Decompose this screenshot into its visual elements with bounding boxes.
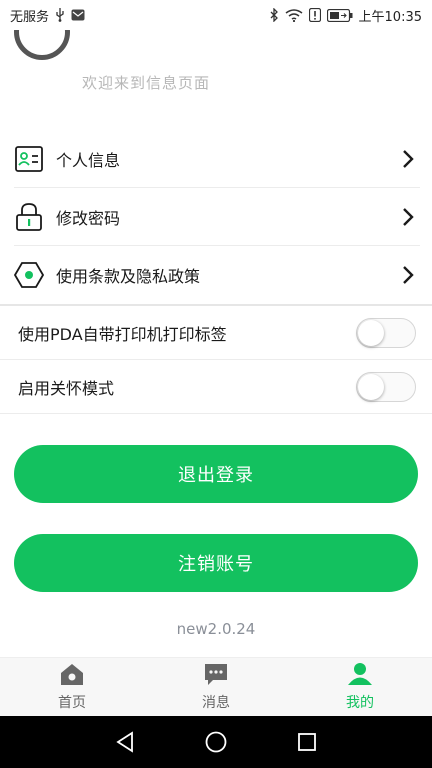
bottom-nav: 首页 消息 我的 [0,657,432,716]
usb-icon [55,8,65,22]
toggle-knob [358,320,384,346]
back-icon[interactable] [105,722,145,762]
avatar[interactable] [14,30,70,60]
lock-icon [14,202,44,232]
nav-label: 首页 [58,695,86,711]
chevron-right-icon [394,145,422,173]
id-card-icon [14,144,44,174]
chevron-right-icon [394,203,422,231]
status-bar: 无服务 上午10:35 [0,0,432,30]
bluetooth-icon [269,8,279,22]
wifi-icon [285,8,303,22]
menu-item-personal-info[interactable]: 个人信息 [0,130,432,188]
profile-header: 欢迎来到信息页面 [0,30,432,120]
menu-item-change-password[interactable]: 修改密码 [0,188,432,246]
nav-item-messages[interactable]: 消息 [144,658,288,716]
care-mode-toggle[interactable] [356,372,416,402]
alert-icon [308,8,321,22]
profile-icon [347,662,373,690]
policy-icon [14,260,44,290]
toggle-knob [358,374,384,400]
toggle-settings: 使用PDA自带打印机打印标签 启用关怀模式 [0,306,432,414]
nav-label: 消息 [202,695,230,711]
version-text: new2.0.24 [176,620,256,638]
pda-printer-toggle[interactable] [356,318,416,348]
setting-pda-printer: 使用PDA自带打印机打印标签 [0,306,432,360]
status-right: 上午10:35 [269,6,422,25]
system-nav-bar [0,716,432,768]
chevron-right-icon [394,261,422,289]
recents-icon[interactable] [287,722,327,762]
status-left: 无服务 [10,6,85,25]
divider [0,413,432,414]
nav-item-profile[interactable]: 我的 [288,658,432,716]
toggle-label: 使用PDA自带打印机打印标签 [18,325,227,344]
menu-item-privacy-policy[interactable]: 使用条款及隐私政策 [0,246,432,304]
nav-item-home[interactable]: 首页 [0,658,144,716]
mail-icon [71,9,85,21]
cancel-account-button[interactable]: 注销账号 [14,534,418,592]
home-icon [59,662,85,690]
setting-care-mode: 启用关怀模式 [0,360,432,414]
menu-label: 使用条款及隐私政策 [56,267,201,286]
message-icon [203,662,229,690]
toggle-label: 启用关怀模式 [18,379,115,398]
nav-label: 我的 [346,695,374,711]
carrier-text: 无服务 [10,9,50,25]
welcome-text: 欢迎来到信息页面 [82,74,211,92]
menu-label: 修改密码 [56,209,121,228]
clock-text: 上午10:35 [358,9,422,25]
battery-icon [326,8,353,22]
menu-label: 个人信息 [56,151,121,170]
home-circle-icon[interactable] [196,722,236,762]
logout-button[interactable]: 退出登录 [14,445,418,503]
settings-menu: 个人信息 修改密码 使用条款及隐私政策 [0,130,432,304]
